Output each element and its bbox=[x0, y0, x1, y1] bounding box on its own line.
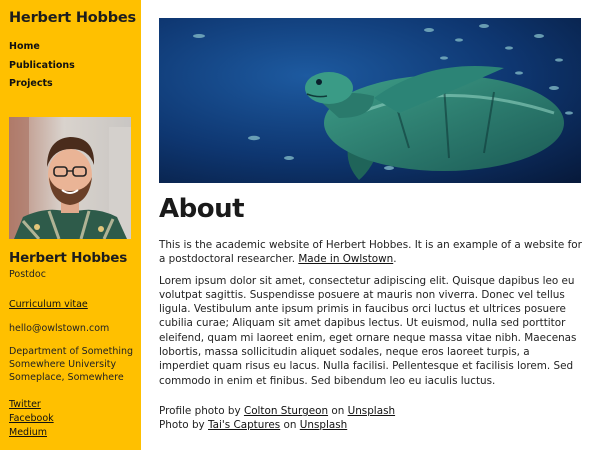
profile-photo bbox=[9, 117, 131, 239]
unsplash-link[interactable]: Unsplash bbox=[348, 405, 395, 417]
address: Department of Something Somewhere Univer… bbox=[9, 345, 133, 384]
main-content: This is the academic website of Herbert … bbox=[159, 238, 582, 395]
profile-photo-credit: Profile photo by Colton Sturgeon on Unsp… bbox=[159, 404, 582, 418]
medium-link[interactable]: Medium bbox=[9, 426, 54, 440]
address-line: Somewhere University bbox=[9, 359, 117, 370]
colton-sturgeon-link[interactable]: Colton Sturgeon bbox=[244, 405, 328, 417]
email-address: hello@owlstown.com bbox=[9, 323, 110, 334]
credit-text: Photo by bbox=[159, 419, 208, 432]
person-role: Postdoc bbox=[9, 269, 46, 280]
body-paragraph: Lorem ipsum dolor sit amet, consectetur … bbox=[159, 274, 577, 387]
page-title: About bbox=[159, 194, 245, 224]
photo-credits: Profile photo by Colton Sturgeon on Unsp… bbox=[159, 404, 582, 433]
profile-photo-image bbox=[9, 117, 131, 239]
person-name: Herbert Hobbes bbox=[9, 250, 128, 266]
credit-text: on bbox=[280, 419, 300, 432]
site-title[interactable]: Herbert Hobbes bbox=[9, 10, 136, 26]
credit-text: on bbox=[328, 405, 348, 417]
social-links: Twitter Facebook Medium bbox=[9, 398, 54, 440]
credit-text: Profile photo by bbox=[159, 405, 244, 417]
twitter-link[interactable]: Twitter bbox=[9, 398, 54, 412]
hero-photo-credit: Photo by Tai's Captures on Unsplash bbox=[159, 418, 582, 432]
owlstown-link[interactable]: Made in Owlstown bbox=[298, 253, 393, 265]
intro-end: . bbox=[393, 253, 397, 266]
tais-captures-link[interactable]: Tai's Captures bbox=[208, 419, 280, 431]
sea-turtle-image bbox=[159, 18, 581, 183]
nav-publications[interactable]: Publications bbox=[9, 57, 132, 76]
main-nav: Home Publications Projects bbox=[9, 38, 132, 94]
address-line: Someplace, Somewhere bbox=[9, 372, 124, 383]
cv-link[interactable]: Curriculum vitae bbox=[9, 299, 88, 310]
facebook-link[interactable]: Facebook bbox=[9, 412, 54, 426]
unsplash-link[interactable]: Unsplash bbox=[300, 419, 347, 431]
intro-paragraph: This is the academic website of Herbert … bbox=[159, 238, 582, 267]
nav-projects[interactable]: Projects bbox=[9, 75, 132, 94]
hero-image bbox=[159, 18, 581, 183]
nav-home[interactable]: Home bbox=[9, 38, 132, 57]
address-line: Department of Something bbox=[9, 346, 134, 357]
